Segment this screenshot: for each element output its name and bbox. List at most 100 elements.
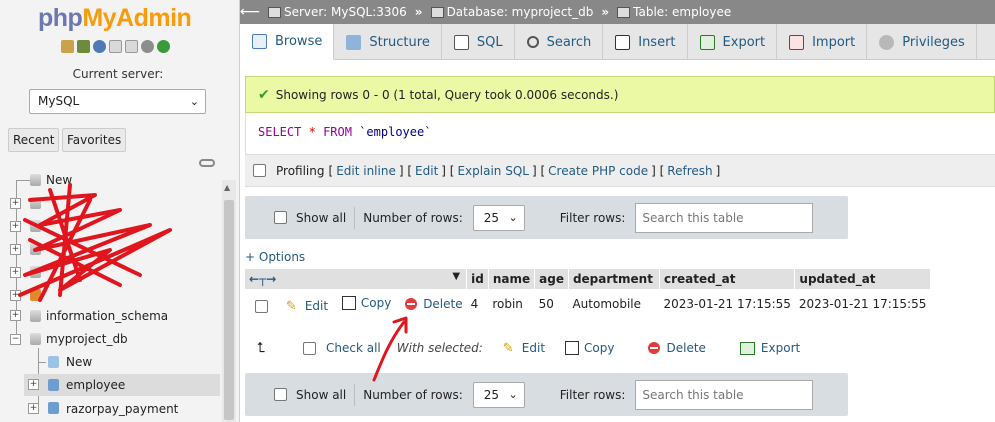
bulk-export-button[interactable]: Export (739, 341, 800, 355)
options-link[interactable]: + Options (245, 250, 305, 264)
expand-icon[interactable]: + (10, 310, 21, 321)
cell-department[interactable]: Automobile (568, 289, 660, 319)
show-all-checkbox[interactable] (274, 211, 287, 224)
tab-browse[interactable]: Browse (240, 24, 335, 60)
home-icon[interactable] (61, 40, 74, 53)
chevron-down-icon: ⌄ (508, 210, 518, 224)
check-icon: ✔ (258, 86, 270, 103)
tree-item-new-table[interactable]: New (66, 355, 92, 369)
breadcrumb-database[interactable]: Database: myproject_db (430, 5, 594, 19)
database-icon (30, 266, 41, 278)
tree-scrollbar[interactable]: ▲ (222, 180, 236, 422)
breadcrumb-table[interactable]: Table: employee (617, 5, 731, 19)
expand-icon[interactable]: + (10, 290, 21, 301)
copy-icon[interactable] (125, 40, 138, 53)
tree-item-myproject-db[interactable]: myproject_db (46, 332, 128, 346)
with-selected-bar: ⮤ Check all With selected: ✎ Edit Copy De… (245, 333, 800, 363)
expand-icon[interactable]: + (28, 379, 39, 390)
breadcrumb-server[interactable]: Server: MySQL:3306 (268, 5, 407, 19)
filter-rows-input[interactable]: Search this table (635, 379, 814, 410)
tree-item-information-schema[interactable]: information_schema (46, 309, 168, 323)
filter-rows-input[interactable]: Search this table (635, 202, 814, 233)
edit-link[interactable]: Edit (415, 164, 438, 178)
filter-rows-label: Filter rows: (559, 210, 626, 225)
expand-icon[interactable]: + (10, 267, 21, 278)
column-header-name[interactable]: name (488, 269, 536, 289)
number-of-rows-select[interactable]: 25 ⌄ (472, 204, 525, 231)
tab-structure[interactable]: Structure (334, 24, 442, 60)
check-all-checkbox[interactable] (303, 341, 316, 355)
bulk-delete-label: Delete (666, 341, 706, 355)
edit-inline-link[interactable]: Edit inline (336, 164, 396, 178)
tab-search[interactable]: Search (515, 24, 604, 60)
scroll-up-icon[interactable]: ▲ (224, 183, 230, 192)
row-copy-button[interactable]: Copy (341, 295, 391, 310)
row-edit-button[interactable]: ✎ Edit (286, 299, 328, 314)
breadcrumb-separator: » (414, 5, 423, 19)
tree-item-employee[interactable]: employee (66, 378, 125, 392)
cell-name[interactable]: robin (488, 289, 535, 319)
breadcrumb-database-label: Database: myproject_db (446, 5, 594, 19)
cell-updated-at[interactable]: 2023-01-21 17:15:55 (794, 289, 931, 319)
column-header-age[interactable]: age (534, 269, 569, 289)
column-header-department[interactable]: department (568, 269, 660, 289)
delete-icon (405, 297, 418, 310)
sort-dropdown-icon[interactable]: ▼ (452, 271, 460, 282)
column-header-id[interactable]: id (466, 269, 489, 289)
phpmyadmin-logo[interactable]: phpMyAdmin (38, 4, 192, 33)
table-icon (48, 379, 59, 391)
check-all-label[interactable]: Check all (326, 341, 381, 355)
row-checkbox[interactable] (255, 299, 268, 313)
create-php-code-link[interactable]: Create PHP code (548, 164, 648, 178)
cell-created-at[interactable]: 2023-01-21 17:15:55 (659, 289, 795, 319)
scrollbar-thumb[interactable] (224, 200, 234, 420)
bracket: ] [ (651, 163, 665, 178)
tree-item-new[interactable]: New (46, 173, 72, 187)
bulk-edit-button[interactable]: ✎ Edit (503, 341, 546, 356)
column-header-updated-at[interactable]: updated_at (794, 269, 931, 289)
show-all-label: Show all (296, 387, 347, 402)
reload-icon[interactable] (157, 40, 170, 53)
row-delete-button[interactable]: Delete (405, 297, 463, 311)
recent-tab[interactable]: Recent (8, 128, 60, 152)
logo-php: php (38, 4, 83, 32)
tab-export[interactable]: Export (688, 24, 778, 60)
bulk-delete-button[interactable]: Delete (648, 341, 706, 355)
column-header-created-at[interactable]: created_at (659, 269, 796, 289)
tab-insert[interactable]: Insert (603, 24, 688, 60)
cell-age[interactable]: 50 (534, 289, 569, 319)
tree-item-razorpay-payment[interactable]: razorpay_payment (66, 402, 178, 416)
tab-sql[interactable]: SQL (442, 24, 515, 60)
sql-query-display[interactable]: SELECT * FROM `employee` (245, 113, 995, 154)
column-arrows[interactable]: ←┬→ (249, 272, 276, 286)
bulk-copy-button[interactable]: Copy (565, 341, 614, 355)
bulk-edit-label: Edit (521, 341, 546, 355)
tab-privileges[interactable]: Privileges (867, 24, 977, 60)
help-icon[interactable] (93, 40, 106, 53)
expand-icon[interactable]: + (28, 403, 39, 414)
search-icon (526, 36, 539, 48)
profiling-checkbox[interactable] (253, 164, 266, 177)
favorites-tab[interactable]: Favorites (62, 128, 127, 152)
refresh-link[interactable]: Refresh (667, 164, 712, 178)
server-select[interactable]: MySQL ⌄ (29, 89, 206, 114)
profiling-label: Profiling (276, 163, 325, 178)
docs-icon[interactable] (109, 40, 122, 53)
expand-icon[interactable]: + (10, 244, 21, 255)
explain-sql-link[interactable]: Explain SQL (457, 164, 529, 178)
settings-gear-icon[interactable] (141, 40, 154, 53)
show-all-checkbox[interactable] (274, 388, 287, 401)
logout-icon[interactable] (77, 40, 90, 53)
collapse-icon[interactable]: − (10, 334, 21, 345)
with-selected-label: With selected: (396, 341, 483, 355)
number-of-rows-select[interactable]: 25 ⌄ (472, 381, 525, 408)
cell-id[interactable]: 4 (466, 289, 489, 319)
delete-icon (648, 342, 661, 354)
collapse-nav-icon[interactable]: ⟵ (240, 4, 260, 20)
bulk-copy-label: Copy (584, 341, 615, 355)
expand-icon[interactable]: + (10, 221, 21, 232)
chevron-down-icon: ⌄ (508, 387, 518, 401)
link-icon[interactable] (199, 159, 215, 167)
tab-import[interactable]: Import (777, 24, 868, 60)
expand-icon[interactable]: + (10, 198, 21, 209)
